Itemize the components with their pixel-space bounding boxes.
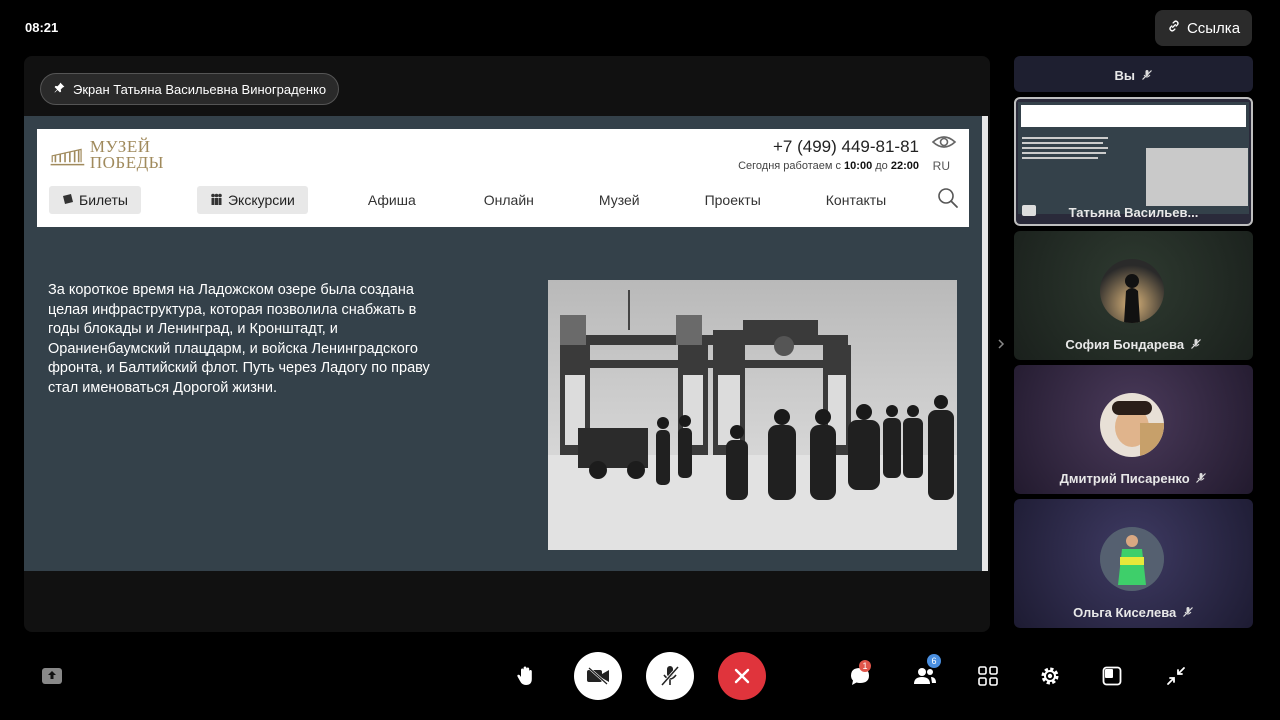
participant-tile-presenter[interactable]: Татьяна Васильев... xyxy=(1014,97,1253,226)
camera-off-icon xyxy=(587,667,609,685)
language-switch[interactable]: RU xyxy=(933,159,950,173)
article-text: За короткое время на Ладожском озере был… xyxy=(48,282,430,396)
shared-scrollbar[interactable] xyxy=(982,116,988,571)
mic-off-icon xyxy=(660,666,680,686)
presenter-screen-thumbnail xyxy=(1018,102,1249,214)
hours-close: 22:00 xyxy=(890,160,919,172)
nav-excursions-label: Экскурсии xyxy=(227,192,295,208)
participant-tile-dmitry[interactable]: Дмитрий Писаренко xyxy=(1014,365,1253,494)
pinned-screen-label: Экран Татьяна Васильевна Винограденко xyxy=(73,81,327,97)
end-call-button[interactable] xyxy=(718,652,766,700)
exit-fullscreen-button[interactable] xyxy=(1160,660,1192,692)
call-controls-bar: 1 6 xyxy=(0,652,1280,700)
museum-nav: Билеты Экскурсии Афиша Онлайн Музей Прое… xyxy=(49,186,959,214)
chat-button[interactable]: 1 xyxy=(844,660,876,692)
time-display: 08:21 xyxy=(25,20,59,35)
participant-tile-olga[interactable]: Ольга Киселева xyxy=(1014,499,1253,628)
nav-afisha[interactable]: Афиша xyxy=(368,192,416,208)
participant-name-presenter: Татьяна Васильев... xyxy=(1068,205,1199,220)
nav-excursions[interactable]: Экскурсии xyxy=(196,186,308,214)
chat-badge: 1 xyxy=(859,660,871,672)
avatar xyxy=(1100,527,1164,591)
pin-icon xyxy=(53,81,66,97)
museum-logo[interactable]: МУЗЕЙ ПОБЕДЫ xyxy=(49,137,164,173)
settings-button[interactable] xyxy=(1034,660,1066,692)
road-of-life-photo xyxy=(548,280,957,550)
close-icon xyxy=(734,668,750,684)
screen-share-stage: Экран Татьяна Васильевна Винограденко МУ… xyxy=(24,56,990,632)
mic-off-icon xyxy=(1182,606,1194,621)
nav-museum[interactable]: Музей xyxy=(599,192,640,208)
camera-toggle-button[interactable] xyxy=(574,652,622,700)
raise-hand-button[interactable] xyxy=(510,660,542,692)
mic-off-icon xyxy=(1141,69,1153,84)
search-icon[interactable] xyxy=(937,187,959,214)
participant-name-sofia: София Бондарева xyxy=(1014,337,1253,353)
participant-name-self: Вы xyxy=(1014,68,1253,84)
hours-prefix: Сегодня работаем с xyxy=(738,160,841,172)
mic-off-icon xyxy=(1195,472,1207,487)
nav-contacts[interactable]: Контакты xyxy=(826,192,886,208)
nav-online[interactable]: Онлайн xyxy=(484,192,534,208)
avatar xyxy=(1100,259,1164,323)
participant-tile-self[interactable]: Вы xyxy=(1014,56,1253,92)
nav-tickets[interactable]: Билеты xyxy=(49,186,141,214)
group-icon xyxy=(210,192,223,208)
hours-open: 10:00 xyxy=(844,160,873,172)
collapse-icon xyxy=(1167,667,1185,685)
layout-grid-button[interactable] xyxy=(972,660,1004,692)
museum-site-header: МУЗЕЙ ПОБЕДЫ +7 (499) 449-81-81 Сегодня … xyxy=(37,129,969,227)
museum-logo-icon xyxy=(50,148,85,166)
sidebar-collapse-chevron-icon[interactable] xyxy=(995,336,1007,357)
link-label: Ссылка xyxy=(1186,19,1241,37)
accessibility-eye-icon[interactable] xyxy=(931,133,957,156)
hours-mid: до xyxy=(875,160,888,172)
link-icon xyxy=(1167,19,1181,37)
museum-phone[interactable]: +7 (499) 449-81-81 xyxy=(773,137,919,157)
opening-hours: Сегодня работаем с 10:00 до 22:00 xyxy=(738,160,919,172)
picture-in-picture-icon xyxy=(1102,666,1122,686)
mic-off-icon xyxy=(1190,338,1202,353)
shared-screen: МУЗЕЙ ПОБЕДЫ +7 (499) 449-81-81 Сегодня … xyxy=(24,116,988,571)
participant-name-olga: Ольга Киселева xyxy=(1014,605,1253,621)
gear-icon xyxy=(1041,667,1059,685)
participants-button[interactable]: 6 xyxy=(909,654,941,692)
participants-badge: 6 xyxy=(927,654,941,668)
upload-icon xyxy=(42,668,62,684)
pip-layout-button[interactable] xyxy=(1096,660,1128,692)
logo-line-2: ПОБЕДЫ xyxy=(89,153,164,172)
hand-icon xyxy=(517,666,532,685)
ticket-icon xyxy=(62,192,74,208)
nav-tickets-label: Билеты xyxy=(79,192,128,208)
pinned-screen-chip[interactable]: Экран Татьяна Васильевна Винограденко xyxy=(40,73,340,105)
people-icon xyxy=(914,668,936,684)
grid-icon xyxy=(978,666,998,686)
nav-projects[interactable]: Проекты xyxy=(705,192,761,208)
copy-link-button[interactable]: Ссылка xyxy=(1155,10,1252,46)
upload-button[interactable] xyxy=(36,660,68,692)
avatar xyxy=(1100,393,1164,457)
participant-name-dmitry: Дмитрий Писаренко xyxy=(1014,471,1253,487)
mic-toggle-button[interactable] xyxy=(646,652,694,700)
participant-tile-sofia[interactable]: София Бондарева xyxy=(1014,231,1253,360)
